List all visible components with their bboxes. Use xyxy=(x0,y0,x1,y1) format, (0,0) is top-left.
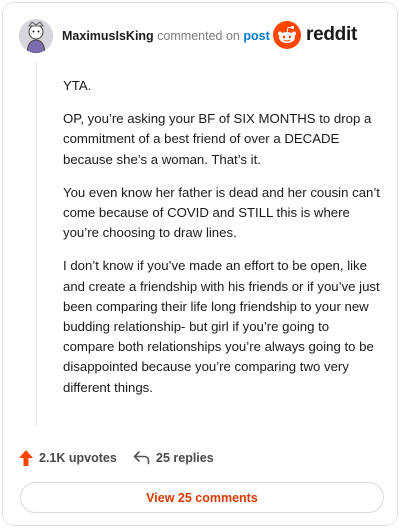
commented-on-text: commented on xyxy=(157,29,240,43)
comment-paragraph: OP, you’re asking your BF of SIX MONTHS … xyxy=(63,111,372,167)
comment-paragraph: You even know her father is dead and her… xyxy=(63,184,380,241)
comment-paragraph: YTA. xyxy=(63,78,92,93)
upvote-arrow-icon xyxy=(19,450,33,466)
reply-arrow-icon xyxy=(133,451,150,465)
upvote-count: 2.1K upvotes xyxy=(39,451,117,465)
comment-meta: MaximusIsKing commented on post xyxy=(62,29,270,43)
view-comments-button[interactable]: View 25 comments xyxy=(20,482,384,513)
username-link[interactable]: MaximusIsKing xyxy=(62,29,154,43)
post-link[interactable]: post xyxy=(243,29,269,43)
reddit-wordmark: reddit xyxy=(306,24,357,45)
replies-button[interactable]: 25 replies xyxy=(133,447,214,469)
thread-line xyxy=(36,61,37,427)
comment-body: YTA. OP, you’re asking your BF of SIX MO… xyxy=(63,76,383,411)
comment-actions: 2.1K upvotes 25 replies xyxy=(19,447,379,469)
comment-card: MaximusIsKing commented on post reddit Y… xyxy=(2,2,398,526)
avatar-icon[interactable] xyxy=(19,19,53,53)
replies-count: 25 replies xyxy=(156,451,214,465)
reddit-logo[interactable]: reddit xyxy=(273,21,383,51)
upvote-button[interactable]: 2.1K upvotes xyxy=(19,447,117,469)
reddit-logo-icon xyxy=(273,21,301,49)
comment-paragraph: I don’t know if you’ve made an effort to… xyxy=(63,258,380,395)
comment-header: MaximusIsKing commented on post reddit xyxy=(19,19,385,55)
